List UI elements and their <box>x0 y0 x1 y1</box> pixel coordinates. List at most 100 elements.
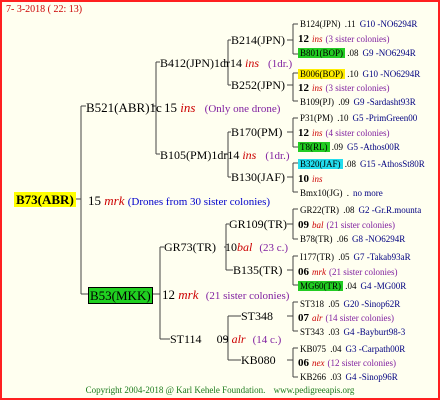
gen4-queen-label: B320(JAF) <box>298 159 343 169</box>
gen1-upper-note: (Only one drone) <box>204 103 281 115</box>
gen4-queen-row: B006(BOP) .10 G10 -NO6294R <box>298 68 420 80</box>
copyright-text: Copyright 2004-2018 @ Karl Kehele Founda… <box>85 385 266 395</box>
gen4-queen-label: KB075 <box>300 344 327 354</box>
gen1-lower-generation: 12 <box>162 287 175 302</box>
gen4-queen-row: Bmx10(JG) . no more <box>298 187 383 199</box>
gen3-node: B252(JPN) <box>231 78 286 92</box>
gen4-drone-row: 12 ins (3 sister colonies) <box>298 33 390 45</box>
gen2-generation: 14 <box>230 56 243 70</box>
gen4-queen-label: B109(PJ) <box>300 97 335 107</box>
gen3-node: B214(JPN) <box>231 33 286 47</box>
gen4-note: (21 sister colonies) <box>329 267 398 277</box>
gen4-line-id: G5 -Athos00R <box>347 142 400 152</box>
gen4-line-id: G4 -Bayburt98-3 <box>343 327 406 337</box>
gen4-year: .08 <box>342 159 357 169</box>
gen4-note: (21 sister colonies) <box>326 220 395 230</box>
gen3-node: B130(JAF) <box>231 170 286 184</box>
gen2-note: (1dr.) <box>268 58 293 70</box>
gen4-queen-label: I177(TR) <box>300 252 334 262</box>
gen2-node-4: ST114 09 alr (14 c.) <box>170 333 281 346</box>
gen4-line-id: G15 -AthosSt80R <box>360 159 425 169</box>
pedigree-chart: 7- 3-2018 ( 22: 13) B73(ABR) 15 mrk (Dro… <box>0 0 440 400</box>
gen2-breed: ins <box>245 56 260 70</box>
gen4-breed: ins <box>312 174 323 184</box>
gen1-upper-drone-info: 15 ins (Only one drone) <box>164 100 280 117</box>
website-link[interactable]: www.pedigreeapis.org <box>274 385 355 395</box>
gen4-year: .06 <box>334 234 348 244</box>
gen4-year: .03 <box>326 327 340 337</box>
gen4-line-id: G2 -Gr.R.mounta <box>358 205 422 215</box>
root-drone-note: (Drones from 30 sister colonies) <box>127 196 271 208</box>
gen4-generation: 06 <box>298 266 309 278</box>
gen4-breed: alr <box>312 313 323 323</box>
gen4-queen-row: B320(JAF) .08 G15 -AthosSt80R <box>298 158 425 170</box>
gen4-breed: ins <box>312 128 323 138</box>
gen4-queen-label: ST318 <box>300 299 325 309</box>
gen4-year: . <box>344 188 349 198</box>
gen1-lower-breed: mrk <box>178 287 199 302</box>
gen4-year: .09 <box>336 97 350 107</box>
gen4-line-id: G3 -Carpath00R <box>345 344 406 354</box>
gen4-year: .10 <box>335 113 349 123</box>
gen1-lower-drone-info: 12 mrk (21 sister colonies) <box>162 287 289 304</box>
gen2-label: ST114 <box>170 332 202 346</box>
gen1-upper-breed: ins <box>180 100 196 115</box>
gen4-queen-row: ST318 .05 G20 -Sinop62R <box>298 298 400 310</box>
gen1-lower-note: (21 sister colonies) <box>205 290 290 302</box>
gen4-queen-row: KB075 .04 G3 -Carpath00R <box>298 343 405 355</box>
gen4-line-id: G9 -Sardasht93R <box>353 97 416 107</box>
gen4-note: (3 sister colonies) <box>325 83 390 93</box>
gen4-drone-row: 12 ins (3 sister colonies) <box>298 82 390 94</box>
root-queen-label: B73(ABR) <box>14 192 76 207</box>
root-breed: mrk <box>104 193 125 208</box>
gen4-year: .03 <box>328 372 342 382</box>
gen4-generation: 07 <box>298 312 309 324</box>
gen4-queen-row: P31(PM) .10 G5 -PrimGreen00 <box>298 112 417 124</box>
gen2-node-1: B412(JPN)1dr14 ins (1dr.) <box>160 57 292 70</box>
gen4-queen-row: GR22(TR) .08 G2 -Gr.R.mounta <box>298 204 421 216</box>
gen4-drone-row: 07 alr (14 sister colonies) <box>298 312 394 324</box>
gen4-line-id: G10 -NO6294R <box>362 69 421 79</box>
gen4-year: .11 <box>342 19 356 29</box>
gen4-year: .08 <box>345 48 359 58</box>
gen2-generation: 10 <box>225 240 237 254</box>
gen4-drone-row: 06 nex (12 sister colonies) <box>298 357 396 369</box>
gen4-year: .08 <box>341 205 355 215</box>
gen4-queen-label: B124(JPN) <box>300 19 341 29</box>
gen4-line-id: no more <box>353 188 383 198</box>
gen4-generation: 12 <box>298 82 309 94</box>
gen2-breed: alr <box>231 332 246 346</box>
gen4-queen-label: ST343 <box>300 327 325 337</box>
gen2-breed: ins <box>242 148 257 162</box>
gen4-queen-row: MG60(TR) .04 G4 -MG00R <box>298 280 406 292</box>
gen4-queen-label: T8(RL) <box>298 142 330 152</box>
gen4-queen-row: I177(TR) .05 G7 -Takab93aR <box>298 251 411 263</box>
gen3-node: KB080 <box>241 353 276 367</box>
report-date: 7- 3-2018 ( 22: 13) <box>6 4 83 15</box>
gen1-upper-generation: 15 <box>164 100 177 115</box>
gen4-queen-row: B801(BOP) .08 G9 -NO6294R <box>298 47 416 59</box>
gen4-breed: ins <box>312 83 323 93</box>
gen4-queen-label: MG60(TR) <box>298 281 343 291</box>
gen2-label: B412(JPN)1dr <box>160 56 231 70</box>
copyright-footer: Copyright 2004-2018 @ Karl Kehele Founda… <box>2 385 438 395</box>
gen4-generation: 10 <box>298 173 309 185</box>
gen3-node: B135(TR) <box>233 263 283 277</box>
gen4-line-id: G20 -Sinop62R <box>343 299 401 309</box>
gen1-upper-label: B521(ABR)1c <box>86 100 162 115</box>
gen2-label: B105(PM)1dr <box>160 148 228 162</box>
gen4-queen-label: Bmx10(JG) <box>300 188 343 198</box>
gen4-note: (3 sister colonies) <box>325 34 390 44</box>
gen2-note: (23 c.) <box>259 242 289 254</box>
root-generation: 15 <box>88 193 101 208</box>
gen3-node: ST348 <box>241 309 274 323</box>
gen4-queen-label: B006(BOP) <box>298 69 346 79</box>
gen4-line-id: G7 -Takab93aR <box>353 252 411 262</box>
gen4-breed: nex <box>312 358 325 368</box>
root-drone-info: 15 mrk (Drones from 30 sister colonies) <box>88 193 270 210</box>
gen2-generation: 09 <box>216 332 229 346</box>
gen2-note: (1dr.) <box>265 150 290 162</box>
gen4-line-id: G4 -MG00R <box>360 281 407 291</box>
gen4-queen-row: ST343 .03 G4 -Bayburt98-3 <box>298 326 405 338</box>
gen4-breed: ins <box>312 34 323 44</box>
